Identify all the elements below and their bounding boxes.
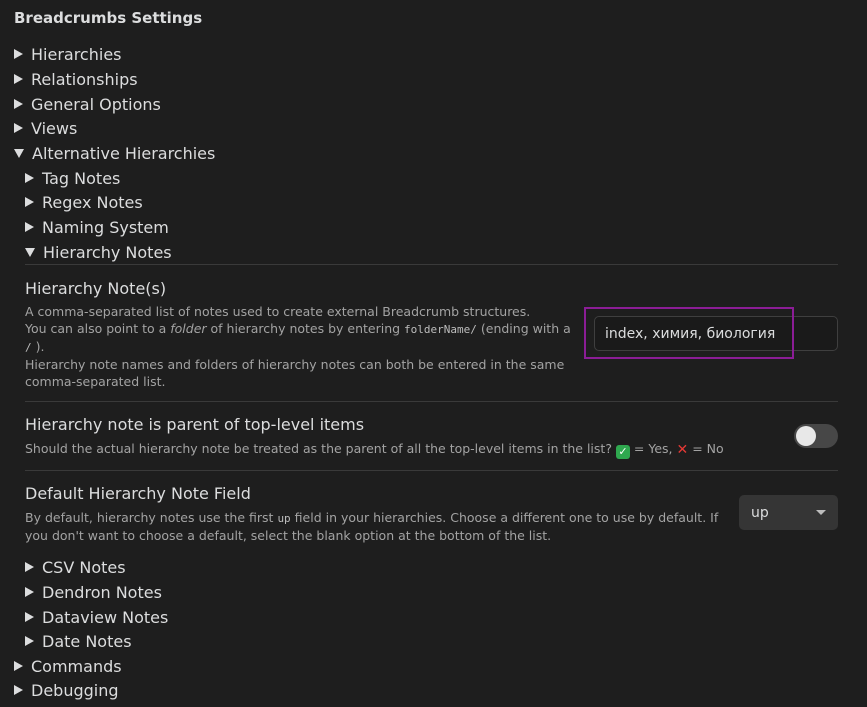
- highlight-box: [584, 307, 794, 359]
- subsection-label: Dataview Notes: [42, 607, 169, 627]
- expand-arrow-icon: [25, 222, 34, 232]
- expand-arrow-icon: [25, 612, 34, 622]
- parent-toggle-setting-name: Hierarchy note is parent of top-level it…: [25, 415, 365, 434]
- page-title: Breadcrumbs Settings: [14, 9, 203, 27]
- section-relationships[interactable]: Relationships: [14, 68, 138, 90]
- hierarchy-notes-setting-description: A comma-separated list of notes used to …: [25, 304, 571, 389]
- expand-arrow-icon: [25, 173, 34, 183]
- section-label: Commands: [31, 656, 122, 676]
- parent-toggle-switch[interactable]: [794, 424, 838, 448]
- expand-arrow-icon: [25, 197, 34, 207]
- collapse-arrow-icon: [14, 148, 24, 158]
- subsection-label: Regex Notes: [42, 192, 143, 212]
- subsection-label: Tag Notes: [42, 168, 121, 188]
- subsection-label: Dendron Notes: [42, 582, 162, 602]
- section-hierarchies[interactable]: Hierarchies: [14, 43, 122, 65]
- expand-arrow-icon: [14, 661, 23, 671]
- check-mark-icon: ✓: [615, 445, 630, 459]
- subsection-csv-notes[interactable]: CSV Notes: [25, 556, 126, 578]
- subsection-label: Date Notes: [42, 631, 132, 651]
- expand-arrow-icon: [14, 685, 23, 695]
- section-label: General Options: [31, 94, 161, 114]
- expand-arrow-icon: [14, 123, 23, 133]
- default-field-setting-name: Default Hierarchy Note Field: [25, 484, 251, 503]
- section-debugging[interactable]: Debugging: [14, 679, 119, 701]
- default-field-dropdown[interactable]: up: [739, 495, 838, 530]
- section-label: Relationships: [31, 69, 138, 89]
- divider: [25, 401, 838, 402]
- parent-toggle-setting-description: Should the actual hierarchy note be trea…: [25, 441, 724, 459]
- subsection-regex-notes[interactable]: Regex Notes: [25, 191, 143, 213]
- default-field-setting-description: By default, hierarchy notes use the firs…: [25, 510, 719, 543]
- subsection-date-notes[interactable]: Date Notes: [25, 630, 132, 652]
- expand-arrow-icon: [14, 74, 23, 84]
- section-views[interactable]: Views: [14, 117, 77, 139]
- section-label: Hierarchies: [31, 44, 122, 64]
- hierarchy-notes-setting-name: Hierarchy Note(s): [25, 279, 167, 298]
- expand-arrow-icon: [14, 49, 23, 59]
- expand-arrow-icon: [25, 636, 34, 646]
- subsection-label: Naming System: [42, 217, 169, 237]
- section-alternative-hierarchies[interactable]: Alternative Hierarchies: [14, 142, 215, 164]
- section-commands[interactable]: Commands: [14, 655, 122, 677]
- subsection-tag-notes[interactable]: Tag Notes: [25, 167, 120, 189]
- cross-mark-icon: ✕: [676, 442, 689, 458]
- section-label: Alternative Hierarchies: [32, 143, 216, 163]
- subsection-dendron-notes[interactable]: Dendron Notes: [25, 581, 162, 603]
- subsection-naming-system[interactable]: Naming System: [25, 216, 169, 238]
- expand-arrow-icon: [25, 562, 34, 572]
- chevron-down-icon: [816, 510, 826, 515]
- expand-arrow-icon: [14, 99, 23, 109]
- subsection-hierarchy-notes[interactable]: Hierarchy Notes: [25, 241, 172, 263]
- divider: [25, 264, 838, 265]
- subsection-label: Hierarchy Notes: [43, 242, 172, 262]
- toggle-knob: [796, 426, 816, 446]
- dropdown-selected-value: up: [751, 504, 769, 521]
- divider: [25, 470, 838, 471]
- expand-arrow-icon: [25, 587, 34, 597]
- section-label: Debugging: [31, 680, 119, 700]
- subsection-label: CSV Notes: [42, 557, 126, 577]
- section-label: Views: [31, 118, 78, 138]
- section-general-options[interactable]: General Options: [14, 93, 161, 115]
- collapse-arrow-icon: [25, 247, 35, 257]
- subsection-dataview-notes[interactable]: Dataview Notes: [25, 606, 168, 628]
